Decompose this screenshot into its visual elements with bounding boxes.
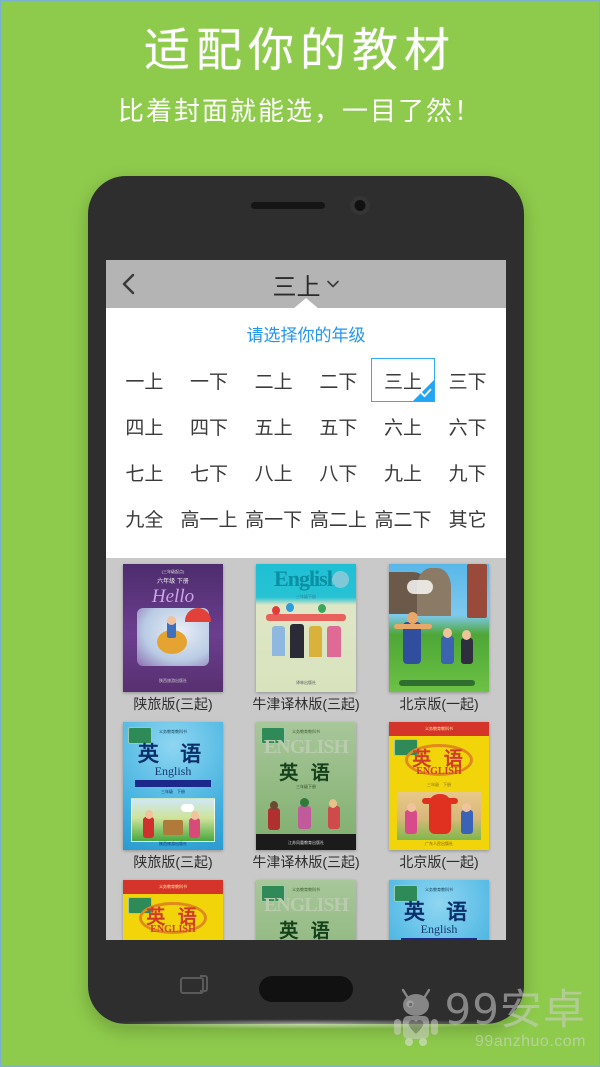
check-icon <box>420 388 432 398</box>
book-item[interactable]: (三年级起点) 六年级 下册 Hello 陕西旅游出版社陕旅版(三起) <box>114 564 232 716</box>
textbook-grid: (三年级起点) 六年级 下册 Hello 陕西旅游出版社 陕旅版(三起) English 三… <box>106 558 506 940</box>
book-row: 义务教育教科书英 语 English 三年级 下册 陕西旅游出版社 陕旅版(三起) 义务教… <box>114 722 498 874</box>
book-cover <box>389 564 489 692</box>
book-cover: 义务教育教科书ENGLISH英 语三年级下册江苏凤凰教育出版社 <box>256 880 356 940</box>
grade-cell[interactable]: 高一下 <box>241 496 306 540</box>
grade-cell[interactable]: 一下 <box>177 358 242 402</box>
book-item[interactable]: 义务教育教科书ENGLISH英 语三年级下册江苏凤凰教育出版社 <box>247 880 365 940</box>
grade-cell-label: 九全 <box>125 509 164 531</box>
chevron-left-icon <box>122 273 134 295</box>
book-label: 陕旅版(三起) <box>133 854 213 870</box>
book-item[interactable]: 义务教育教科书 ENGLISH 英 语三年级下册 江苏凤凰教育出版社牛津译林版(三起) <box>247 722 365 874</box>
book-cover: 义务教育教科书英 语ENGLISH三年级 下册广东人民出版社 <box>389 722 489 850</box>
grade-cell[interactable]: 一上 <box>112 358 177 402</box>
page-title: 适配你的教材 <box>144 23 456 77</box>
book-label: 北京版(一起) <box>399 696 479 712</box>
grade-cell-label: 九上 <box>383 463 422 485</box>
grade-cell-label: 八下 <box>319 463 358 485</box>
grade-cell-label: 二下 <box>319 371 358 393</box>
grade-cell-label: 七上 <box>125 463 164 485</box>
watermark: 99安卓 99anzhuo.com <box>393 986 586 1053</box>
grade-cell-label: 五下 <box>319 417 358 439</box>
android-robot-heart-icon <box>393 986 439 1053</box>
grade-cell-label: 高一上 <box>180 509 238 531</box>
book-cover: 义务教育教科书英 语English三年级 下册陕西旅游出版社 <box>389 880 489 940</box>
book-item[interactable]: 义务教育教科书英 语 ENGLISH 三年级 下册 广东人民出版社北京版(一起) <box>380 722 498 874</box>
grade-cell[interactable]: 四上 <box>112 404 177 448</box>
grade-cell[interactable]: 五上 <box>241 404 306 448</box>
panel-notch-icon <box>293 298 319 309</box>
grade-cell-label: 一上 <box>125 371 164 393</box>
grade-cell[interactable]: 高一上 <box>177 496 242 540</box>
grade-cell-label: 四下 <box>189 417 228 439</box>
grade-cell-label: 九下 <box>448 463 487 485</box>
grade-cell-label: 七下 <box>189 463 228 485</box>
chevron-down-icon <box>326 280 339 288</box>
grade-cell[interactable]: 三上 <box>370 358 436 402</box>
page-subtitle: 比着封面就能选，一目了然！ <box>117 96 482 126</box>
book-cover: 义务教育教科书英 语English三年级 下册陕西旅游出版社 <box>123 722 223 850</box>
grade-cell[interactable]: 六上 <box>371 404 436 448</box>
grade-picker-panel: 请选择你的年级 一上 一下 二上 二下 三上 三下四上 四下 五上 五下 六上 六下七上 七下 八上 八下… <box>106 298 506 558</box>
watermark-brand: 99安卓 <box>444 985 586 1034</box>
grade-cell-label: 一下 <box>189 371 228 393</box>
watermark-domain: 99anzhuo.com <box>475 1033 586 1050</box>
grade-cell[interactable]: 六下 <box>435 404 500 448</box>
grade-cell-label: 高一下 <box>245 509 303 531</box>
grade-cell[interactable]: 高二下 <box>371 496 436 540</box>
book-item[interactable]: 北京版(一起) <box>380 564 498 716</box>
grade-cell-label: 六上 <box>383 417 422 439</box>
phone-screen: 三上 请选择你的年级 一上 一下 二上 二下 三上 三下 四上 四下 五上 五下 六上 六下 七上 七下八… <box>106 260 506 940</box>
book-item[interactable]: 义务教育教科书英 语English三年级 下册陕西旅游出版社 <box>380 880 498 940</box>
book-label: 牛津译林版(三起) <box>252 854 360 870</box>
grade-cell[interactable]: 其它 <box>435 496 500 540</box>
book-item[interactable]: 义务教育教科书英 语ENGLISH三年级 下册广东人民出版社 <box>114 880 232 940</box>
grade-cell-label: 八上 <box>254 463 293 485</box>
book-item[interactable]: English 三年级下册 译林出版社牛津译林版(三起) <box>247 564 365 716</box>
grade-cell[interactable]: 八上 <box>241 450 306 494</box>
grade-cell[interactable]: 九上 <box>371 450 436 494</box>
grade-cell-label: 高二下 <box>374 509 432 531</box>
book-label: 陕旅版(三起) <box>133 696 213 712</box>
home-button[interactable] <box>259 976 353 1002</box>
book-cover: 义务教育教科书英 语ENGLISH三年级 下册广东人民出版社 <box>123 880 223 940</box>
grade-cell-label: 三下 <box>448 371 487 393</box>
grade-cell[interactable]: 七上 <box>112 450 177 494</box>
grade-cell[interactable]: 七下 <box>177 450 242 494</box>
book-cover: (三年级起点) 六年级 下册 Hello 陕西旅游出版社 <box>123 564 223 692</box>
grade-cell-label: 二上 <box>254 371 293 393</box>
grade-cell-label: 其它 <box>448 509 487 531</box>
book-cover: English 三年级下册 译林出版社 <box>256 564 356 692</box>
phone-mockup: 三上 请选择你的年级 一上 一下 二上 二下 三上 三下 四上 四下 五上 五下 六上 六下 七上 七下八… <box>88 176 524 1024</box>
book-item[interactable]: 义务教育教科书英 语 English 三年级 下册 陕西旅游出版社陕旅版(三起) <box>114 722 232 874</box>
book-label: 北京版(一起) <box>399 854 479 870</box>
speaker-grille-icon <box>251 202 325 209</box>
front-camera-icon <box>354 200 366 211</box>
book-label: 牛津译林版(三起) <box>252 696 360 712</box>
promo-header: 适配你的教材 比着封面就能选，一目了然！ <box>0 0 600 170</box>
book-row: 义务教育教科书英 语ENGLISH三年级 下册广东人民出版社义务教育教科书ENG… <box>114 880 498 940</box>
grade-cell[interactable]: 九全 <box>112 496 177 540</box>
book-row: (三年级起点) 六年级 下册 Hello 陕西旅游出版社 陕旅版(三起) English 三… <box>114 564 498 716</box>
grade-title-label: 三上 <box>272 273 321 301</box>
grade-cell[interactable]: 八下 <box>306 450 371 494</box>
grade-cell-label: 高二上 <box>309 509 367 531</box>
grade-title[interactable]: 三上 <box>106 267 506 302</box>
grade-cell[interactable]: 二上 <box>241 358 306 402</box>
grade-cell[interactable]: 三下 <box>435 358 500 402</box>
grade-picker-heading: 请选择你的年级 <box>246 326 366 345</box>
grade-cell[interactable]: 高二上 <box>306 496 371 540</box>
grade-cell-label: 六下 <box>448 417 487 439</box>
back-button[interactable] <box>106 260 150 308</box>
grade-cell[interactable]: 九下 <box>435 450 500 494</box>
grade-cell-label: 四上 <box>125 417 164 439</box>
grade-grid: 一上 一下 二上 二下 三上 三下 四上 四下 五上 五下 六上 六下 七上 七下 八上 八下 九上 九下 九全 高一… <box>112 358 500 540</box>
book-cover: 义务教育教科书ENGLISH英 语三年级下册江苏凤凰教育出版社 <box>256 722 356 850</box>
grade-cell[interactable]: 五下 <box>306 404 371 448</box>
grade-cell-label: 五上 <box>254 417 293 439</box>
grade-cell[interactable]: 四下 <box>177 404 242 448</box>
grade-cell[interactable]: 二下 <box>306 358 371 402</box>
recents-square-icon[interactable] <box>180 975 208 994</box>
